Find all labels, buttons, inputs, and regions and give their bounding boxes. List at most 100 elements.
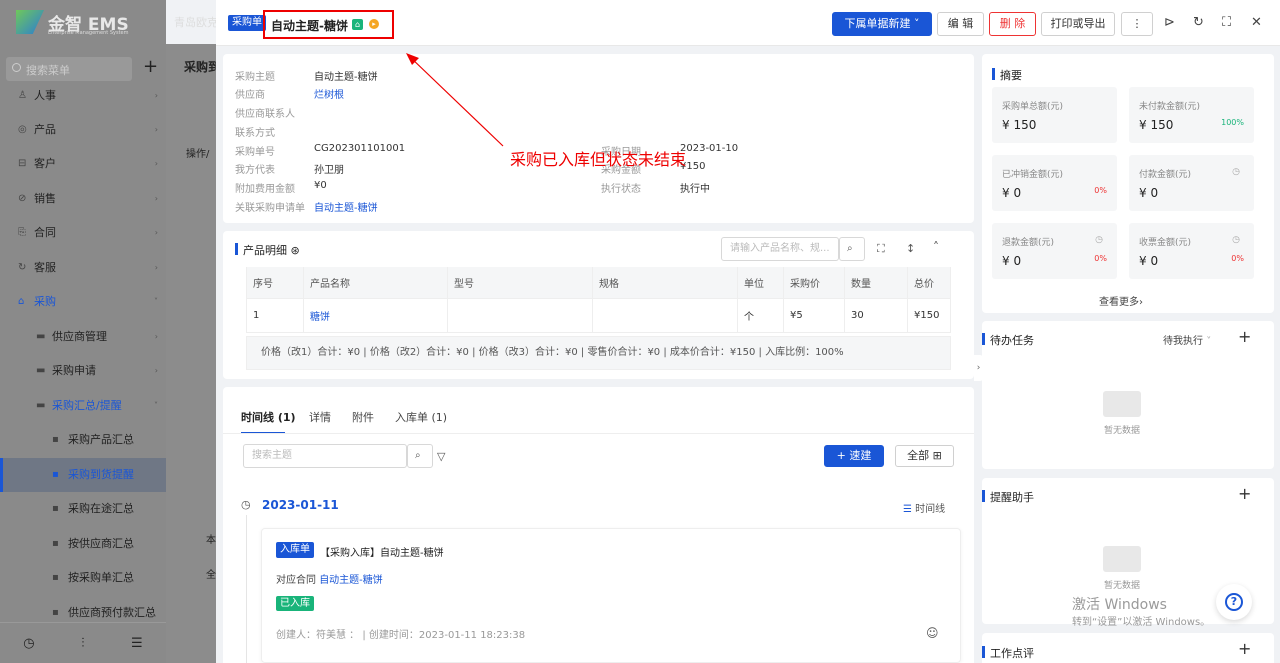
settings-sliders-icon[interactable]: ⫶ xyxy=(81,636,84,651)
expand-icon[interactable]: ⛶ xyxy=(877,242,885,256)
info-icon[interactable]: ◷ xyxy=(1232,167,1240,177)
chevron-down-icon: ˅ xyxy=(1206,336,1212,347)
cell-price: ¥5 xyxy=(783,297,845,333)
grid-icon: ⊞ xyxy=(932,449,942,462)
entry-title[interactable]: 【采购入库】自动主题-糖饼 xyxy=(320,544,444,559)
print-export-button[interactable]: 打印或导出 xyxy=(1041,12,1115,36)
supplier-link[interactable]: 烂树根 xyxy=(314,86,344,101)
timeline-search-input[interactable]: 搜索主题 xyxy=(243,444,407,468)
status-badge: 已入库 xyxy=(276,596,314,611)
cell-total: ¥150 xyxy=(907,297,951,333)
tab-timeline[interactable]: 时间线 (1) xyxy=(241,409,296,425)
sidebar: 金智 EMS Enterprise Management System 搜索菜单… xyxy=(0,0,166,663)
quick-create-button[interactable]: + 速建 xyxy=(824,445,884,467)
comment-icon[interactable]: ☺ xyxy=(926,626,939,640)
product-name-link[interactable]: 糖饼 xyxy=(303,297,448,333)
tab-details[interactable]: 详情 xyxy=(309,409,331,425)
search-icon[interactable]: ⌕ xyxy=(839,237,865,261)
sidebar-item-purchase-summary[interactable]: ▬ 采购汇总/提醒 ˅ xyxy=(0,389,166,423)
add-menu-button[interactable]: + xyxy=(143,56,158,77)
fullscreen-icon[interactable]: ⛶ xyxy=(1222,15,1231,30)
report-icon: ▪ xyxy=(52,434,59,445)
sidebar-item-hr[interactable]: ♙ 人事 › xyxy=(0,79,166,113)
more-button[interactable]: ⋮ xyxy=(1121,12,1153,36)
folder-icon: ▬ xyxy=(36,400,46,411)
history-icon[interactable]: ◷ xyxy=(23,636,34,651)
background-column-header: 操作/ xyxy=(186,149,210,160)
company-name: 青岛欧克德精 xyxy=(174,16,216,29)
sort-icon[interactable]: ↕ xyxy=(906,242,915,255)
product-detail-title: 产品明细 ⊛ xyxy=(235,242,300,258)
sidebar-item-service[interactable]: ↻ 客服 › xyxy=(0,251,166,285)
add-todo-button[interactable]: + xyxy=(1238,327,1251,346)
play-status-icon[interactable]: ▸ xyxy=(369,19,379,29)
sidebar-item-sales[interactable]: ⊘ 销售 › xyxy=(0,182,166,216)
sidebar-item-arrival-reminder[interactable]: ▪ 采购到货提醒 xyxy=(0,458,166,492)
chevron-up-icon[interactable]: ˄ xyxy=(933,240,939,254)
sidebar-item-in-transit[interactable]: ▪ 采购在途汇总 xyxy=(0,492,166,526)
add-reminder-button[interactable]: + xyxy=(1238,484,1251,503)
sidebar-item-purchase[interactable]: ⌂ 采购 ˅ xyxy=(0,285,166,319)
all-filter-button[interactable]: 全部 ⊞ xyxy=(895,445,954,467)
entry-type-tag: 入库单 xyxy=(276,542,314,558)
field-related-request: 关联采购申请单 自动主题-糖饼 xyxy=(235,199,378,214)
purchase-order-drawer: 采购单 自动主题-糖饼 ⌂ ▸ 下属单据新建 ˅ 编 辑 删 除 打印或导出 ⋮… xyxy=(216,0,1280,663)
delete-button[interactable]: 删 除 xyxy=(989,12,1036,36)
basic-info-card: 采购主题 自动主题-糖饼 供应商 烂树根 供应商联系人 联系方式 采购单号 CG202… xyxy=(223,54,974,223)
tab-attachments[interactable]: 附件 xyxy=(352,409,374,425)
chevron-right-icon: › xyxy=(154,125,158,134)
lock-icon[interactable]: ⌂ xyxy=(352,19,363,30)
sidebar-item-label: 客户 xyxy=(34,157,56,170)
sub-doc-new-label: 下属单据新建 xyxy=(844,17,911,30)
sidebar-item-product-summary[interactable]: ▪ 采购产品汇总 xyxy=(0,423,166,457)
info-icon[interactable]: ◷ xyxy=(1232,235,1240,245)
close-icon[interactable]: ✕ xyxy=(1251,15,1262,30)
cart-icon: ⌂ xyxy=(18,296,25,307)
divider xyxy=(223,433,974,434)
add-review-button[interactable]: + xyxy=(1238,639,1251,658)
sidebar-item-by-supplier[interactable]: ▪ 按供应商汇总 xyxy=(0,527,166,561)
menu-search-input[interactable]: 搜索菜单 xyxy=(6,57,132,81)
todo-filter-select[interactable]: 待我执行 ˅ xyxy=(1163,332,1211,347)
entry-meta: 创建人：符美慧 ： | 创建时间：2023-01-11 18:23:38 xyxy=(276,630,526,641)
table-header-row: 序号 产品名称 型号 规格 单位 采购价 数量 总价 xyxy=(246,267,951,299)
sidebar-item-supplier-mgmt[interactable]: ▬ 供应商管理 › xyxy=(0,320,166,354)
info-icon[interactable]: ◷ xyxy=(1095,235,1103,245)
product-table: 序号 产品名称 型号 规格 单位 采购价 数量 总价 1 糖饼 个 ¥5 30 … xyxy=(246,267,951,333)
sidebar-item-contract[interactable]: ⎘ 合同 › xyxy=(0,216,166,250)
menu-search-placeholder: 搜索菜单 xyxy=(26,64,70,77)
view-more-link[interactable]: 查看更多› xyxy=(1099,293,1143,308)
help-button[interactable]: ? xyxy=(1216,584,1252,620)
service-icon: ↻ xyxy=(18,262,27,273)
app-logo: 金智 EMS Enterprise Management System xyxy=(16,8,146,38)
timeline-view-toggle[interactable]: ☰ 时间线 xyxy=(903,500,945,515)
play-icon[interactable]: ⊳ xyxy=(1164,15,1175,30)
review-title: 工作点评 xyxy=(982,645,1034,661)
collapse-menu-icon[interactable]: ☰ xyxy=(131,636,143,651)
related-request-link[interactable]: 自动主题-糖饼 xyxy=(314,199,378,214)
filter-icon[interactable]: ▽ xyxy=(437,450,445,463)
activation-watermark-title: 激活 Windows xyxy=(1072,597,1167,613)
logo-mark-icon xyxy=(16,10,44,34)
sidebar-item-customer[interactable]: ⊟ 客户 › xyxy=(0,147,166,181)
cell-index: 1 xyxy=(246,297,304,333)
settings-icon[interactable]: ⊛ xyxy=(291,244,300,257)
sidebar-item-by-order[interactable]: ▪ 按采购单汇总 xyxy=(0,561,166,595)
col-header: 序号 xyxy=(246,267,304,299)
sidebar-item-label: 采购在途汇总 xyxy=(68,502,134,515)
plus-icon: + xyxy=(836,449,850,462)
cell-unit: 个 xyxy=(737,297,784,333)
product-search-input[interactable]: 请输入产品名称、规... xyxy=(721,237,839,261)
search-icon[interactable]: ⌕ xyxy=(407,444,433,468)
col-header: 数量 xyxy=(844,267,908,299)
sub-doc-new-button[interactable]: 下属单据新建 ˅ xyxy=(832,12,932,36)
refresh-icon[interactable]: ↻ xyxy=(1193,15,1204,30)
sidebar-item-purchase-request[interactable]: ▬ 采购申请 › xyxy=(0,354,166,388)
sidebar-item-product[interactable]: ◎ 产品 › xyxy=(0,113,166,147)
tab-stock-in[interactable]: 入库单 (1) xyxy=(395,409,447,425)
chevron-right-icon: › xyxy=(154,263,158,272)
empty-box-icon xyxy=(1103,391,1141,417)
edit-button[interactable]: 编 辑 xyxy=(937,12,984,36)
col-header: 产品名称 xyxy=(303,267,448,299)
contract-link[interactable]: 自动主题-糖饼 xyxy=(319,575,383,586)
